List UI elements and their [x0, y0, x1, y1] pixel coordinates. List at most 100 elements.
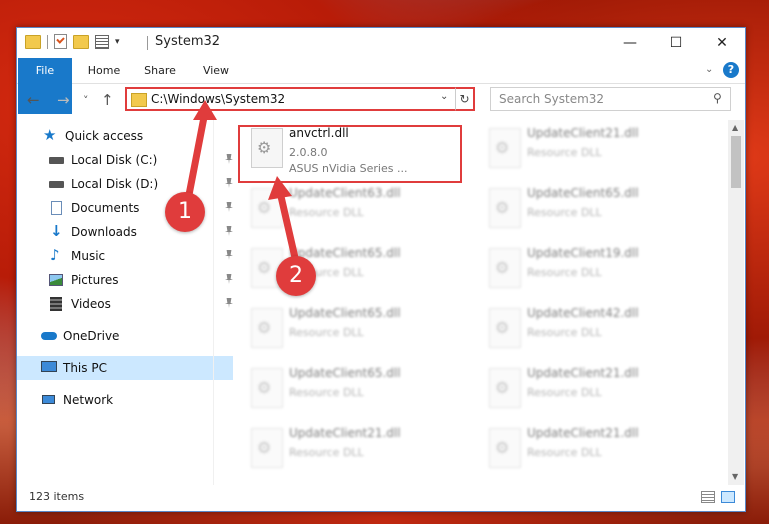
sidebar-item-network[interactable]: Network: [17, 388, 233, 412]
maximize-button[interactable]: ☐: [653, 28, 699, 58]
callout-step-1: 1: [165, 192, 205, 232]
file-name: UpdateClient65.dll: [527, 186, 639, 200]
videos-icon: [49, 297, 65, 311]
file-item[interactable]: UpdateClient21.dll Resource DLL: [241, 422, 469, 478]
file-name: UpdateClient65.dll: [289, 366, 401, 380]
file-name: UpdateClient63.dll: [289, 186, 401, 200]
sidebar-item-label: Local Disk (D:): [71, 177, 159, 191]
sidebar-item-downloads[interactable]: ↓ Downloads: [17, 220, 241, 244]
file-explorer-window: ▾ System32 — ☐ ✕ File Home Share View ⌄ …: [16, 27, 746, 512]
sidebar-item-label: Documents: [71, 201, 140, 215]
scroll-down-icon[interactable]: ▼: [732, 472, 738, 481]
file-item[interactable]: UpdateClient65.dll Resource DLL: [479, 182, 707, 238]
file-description: Resource DLL: [527, 326, 602, 339]
pane-divider: [213, 120, 214, 485]
search-icon[interactable]: ⚲: [713, 91, 722, 105]
sidebar-item-quick-access[interactable]: ★ Quick access: [17, 124, 235, 148]
window-title: System32: [155, 34, 221, 49]
navigation-pane: ★ Quick access Local Disk (C:) Local Dis…: [17, 120, 233, 480]
chevron-down-icon[interactable]: ⌄: [440, 91, 448, 102]
file-item[interactable]: UpdateClient65.dll Resource DLL: [241, 242, 469, 298]
recent-locations-button[interactable]: ˅: [83, 94, 89, 107]
tab-home[interactable]: Home: [79, 58, 129, 83]
file-description: Resource DLL: [527, 146, 602, 159]
sidebar-item-music[interactable]: ♪ Music: [17, 244, 241, 268]
customize-icon[interactable]: [95, 34, 109, 49]
sidebar-item-label: Videos: [71, 297, 111, 311]
file-item[interactable]: UpdateClient21.dll Resource DLL: [479, 362, 707, 418]
details-view-icon[interactable]: [701, 491, 715, 503]
file-highlight-box: [238, 125, 462, 183]
sidebar-item-label: Downloads: [71, 225, 137, 239]
back-button[interactable]: ←: [27, 91, 40, 109]
file-item[interactable]: UpdateClient42.dll Resource DLL: [479, 302, 707, 358]
dll-file-icon: [489, 308, 521, 348]
status-bar: 123 items: [17, 485, 745, 511]
file-description: Resource DLL: [289, 386, 364, 399]
sidebar-item-local-disk-d[interactable]: Local Disk (D:): [17, 172, 241, 196]
scroll-up-icon[interactable]: ▲: [732, 123, 738, 132]
properties-check-icon[interactable]: [54, 34, 67, 49]
sidebar-item-label: Local Disk (C:): [71, 153, 158, 167]
file-description: Resource DLL: [289, 326, 364, 339]
tab-share[interactable]: Share: [135, 58, 185, 83]
sidebar-item-this-pc[interactable]: This PC: [17, 356, 233, 380]
dll-file-icon: [489, 368, 521, 408]
sidebar-item-onedrive[interactable]: OneDrive: [17, 324, 233, 348]
file-name: UpdateClient21.dll: [527, 426, 639, 440]
vertical-scrollbar[interactable]: ▲ ▼: [728, 120, 744, 485]
dll-file-icon: [251, 368, 283, 408]
search-box[interactable]: ⚲: [490, 87, 731, 111]
address-path: C:\Windows\System32: [151, 92, 286, 106]
download-icon: ↓: [50, 222, 63, 240]
title-bar: ▾ System32 — ☐ ✕: [17, 28, 745, 58]
dll-file-icon: [489, 128, 521, 168]
cloud-icon: [41, 329, 57, 343]
pictures-icon: [49, 273, 65, 287]
file-name: UpdateClient65.dll: [289, 306, 401, 320]
dll-file-icon: [489, 428, 521, 468]
dll-file-icon: [489, 248, 521, 288]
file-description: Resource DLL: [289, 446, 364, 459]
file-item[interactable]: UpdateClient65.dll Resource DLL: [241, 302, 469, 358]
search-input[interactable]: [497, 91, 701, 107]
file-description: Resource DLL: [527, 386, 602, 399]
star-icon: ★: [43, 126, 57, 144]
file-item[interactable]: UpdateClient21.dll Resource DLL: [479, 422, 707, 478]
close-button[interactable]: ✕: [699, 28, 745, 58]
file-description: Resource DLL: [527, 446, 602, 459]
sidebar-item-label: Pictures: [71, 273, 119, 287]
file-item[interactable]: UpdateClient63.dll Resource DLL: [241, 182, 469, 238]
music-icon: ♪: [50, 246, 60, 264]
address-bar[interactable]: C:\Windows\System32 ⌄: [125, 87, 473, 111]
qat-dropdown-icon[interactable]: ▾: [115, 37, 120, 47]
sidebar-item-local-disk-c[interactable]: Local Disk (C:): [17, 148, 241, 172]
up-button[interactable]: ↑: [101, 91, 114, 109]
dll-file-icon: [251, 428, 283, 468]
forward-button[interactable]: →: [57, 91, 70, 109]
quick-access-toolbar: ▾: [25, 34, 120, 49]
file-description: Resource DLL: [289, 206, 364, 219]
sidebar-item-videos[interactable]: Videos: [17, 292, 241, 316]
file-name: UpdateClient19.dll: [527, 246, 639, 260]
sidebar-item-label: Quick access: [65, 129, 144, 143]
large-icons-view-icon[interactable]: [721, 491, 735, 503]
minimize-button[interactable]: —: [607, 28, 653, 58]
sidebar-item-pictures[interactable]: Pictures: [17, 268, 241, 292]
file-item[interactable]: UpdateClient65.dll Resource DLL: [241, 362, 469, 418]
help-icon[interactable]: ?: [723, 62, 739, 78]
sidebar-item-label: This PC: [63, 361, 107, 375]
scrollbar-thumb[interactable]: [731, 136, 741, 188]
refresh-button[interactable]: ↻: [455, 87, 475, 111]
tab-view[interactable]: View: [191, 58, 241, 83]
sidebar-item-documents[interactable]: Documents: [17, 196, 241, 220]
expand-ribbon-icon[interactable]: ⌄: [705, 64, 713, 75]
drive-icon: [49, 153, 65, 167]
callout-step-2: 2: [276, 256, 316, 296]
sidebar-item-label: Network: [63, 393, 114, 407]
file-description: Resource DLL: [527, 206, 602, 219]
file-item[interactable]: UpdateClient19.dll Resource DLL: [479, 242, 707, 298]
new-folder-icon[interactable]: [73, 34, 89, 49]
navigation-bar: ← → ˅ ↑ C:\Windows\System32 ⌄ ↻ ⚲: [17, 84, 745, 116]
file-item[interactable]: UpdateClient21.dll Resource DLL: [479, 122, 707, 178]
